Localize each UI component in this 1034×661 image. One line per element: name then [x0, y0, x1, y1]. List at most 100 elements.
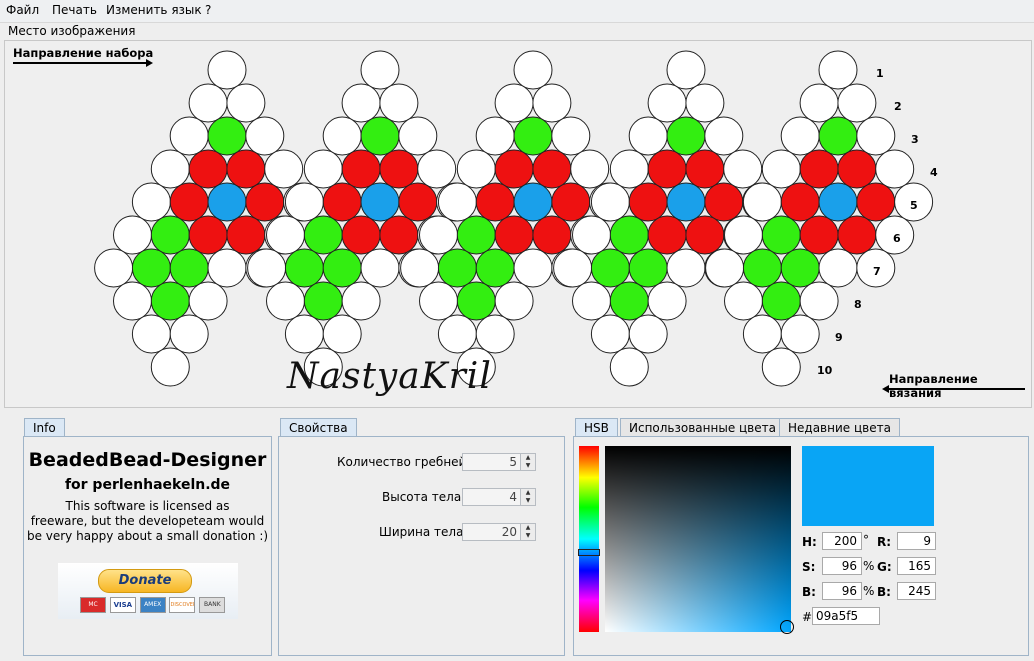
blue-field[interactable]: 245: [897, 582, 936, 600]
width-spinner-arrows[interactable]: ▲ ▼: [520, 524, 535, 540]
bead-white[interactable]: [742, 182, 782, 222]
bead-white[interactable]: [572, 281, 611, 321]
tab-info[interactable]: Info: [24, 418, 65, 436]
bead-white[interactable]: [475, 116, 515, 156]
bead-green[interactable]: [475, 248, 515, 288]
bead-white[interactable]: [647, 281, 687, 321]
bead-white[interactable]: [704, 116, 744, 156]
bead-white[interactable]: [494, 281, 534, 321]
bead-white[interactable]: [264, 149, 304, 189]
bead-red[interactable]: [628, 182, 668, 222]
bead-green[interactable]: [761, 215, 801, 255]
bead-red[interactable]: [341, 215, 381, 255]
bead-red[interactable]: [494, 215, 534, 255]
bead-red[interactable]: [169, 182, 209, 222]
bead-red[interactable]: [837, 215, 877, 255]
bead-white[interactable]: [685, 83, 725, 123]
ridges-spinner[interactable]: 5 ▲ ▼: [462, 453, 536, 471]
bead-green[interactable]: [131, 248, 171, 288]
spinner-down-icon[interactable]: ▼: [521, 532, 535, 540]
bead-green[interactable]: [666, 116, 706, 156]
bead-green[interactable]: [207, 116, 247, 156]
bead-white[interactable]: [590, 314, 630, 354]
hue-slider[interactable]: [578, 446, 600, 632]
bead-white[interactable]: [513, 50, 553, 90]
bead-white[interactable]: [303, 149, 343, 189]
bead-red[interactable]: [647, 215, 687, 255]
bead-red[interactable]: [647, 149, 687, 189]
bead-white[interactable]: [437, 314, 477, 354]
bead-white[interactable]: [799, 83, 839, 123]
bead-white[interactable]: [245, 116, 285, 156]
bead-green[interactable]: [437, 248, 477, 288]
bead-white[interactable]: [226, 83, 266, 123]
bead-white[interactable]: [532, 83, 572, 123]
bead-blue[interactable]: [207, 182, 247, 222]
bead-white[interactable]: [742, 314, 782, 354]
saturation-brightness-picker[interactable]: [605, 446, 791, 632]
bead-white[interactable]: [837, 83, 877, 123]
bead-white[interactable]: [553, 248, 593, 288]
bead-white[interactable]: [494, 83, 534, 123]
bead-white[interactable]: [818, 50, 858, 90]
bead-blue[interactable]: [666, 182, 706, 222]
bead-white[interactable]: [341, 281, 381, 321]
bead-white[interactable]: [417, 149, 457, 189]
menu-file[interactable]: Файл: [6, 3, 39, 17]
width-spinner[interactable]: 20 ▲ ▼: [462, 523, 536, 541]
bead-white[interactable]: [113, 215, 152, 255]
bead-white[interactable]: [437, 182, 477, 222]
hue-field[interactable]: 200: [822, 532, 862, 550]
bead-white[interactable]: [169, 314, 209, 354]
menu-help[interactable]: ?: [205, 3, 211, 17]
bead-red[interactable]: [704, 182, 744, 222]
bead-red[interactable]: [685, 215, 725, 255]
bead-white[interactable]: [113, 281, 152, 321]
bead-white[interactable]: [609, 347, 649, 387]
bead-white[interactable]: [188, 281, 228, 321]
height-spinner-arrows[interactable]: ▲ ▼: [520, 489, 535, 505]
hue-slider-thumb[interactable]: [578, 549, 600, 556]
bead-white[interactable]: [169, 116, 209, 156]
bead-white[interactable]: [666, 248, 706, 288]
bead-red[interactable]: [188, 215, 228, 255]
bead-green[interactable]: [818, 116, 858, 156]
bead-white[interactable]: [761, 347, 801, 387]
bead-green[interactable]: [590, 248, 630, 288]
bead-red[interactable]: [398, 182, 438, 222]
bead-white[interactable]: [266, 215, 305, 255]
bead-white[interactable]: [724, 281, 763, 321]
bead-white[interactable]: [419, 215, 458, 255]
bead-white[interactable]: [188, 83, 228, 123]
bead-red[interactable]: [226, 215, 266, 255]
bead-red[interactable]: [379, 215, 419, 255]
image-canvas[interactable]: Направление набора Направление вязания 1…: [4, 40, 1032, 408]
bead-blue[interactable]: [360, 182, 400, 222]
bead-white[interactable]: [247, 248, 287, 288]
bead-red[interactable]: [837, 149, 877, 189]
bead-white[interactable]: [818, 248, 858, 288]
bead-white[interactable]: [456, 149, 496, 189]
hex-field[interactable]: 09a5f5: [812, 607, 880, 625]
bead-green[interactable]: [322, 248, 362, 288]
bead-blue[interactable]: [513, 182, 553, 222]
bead-red[interactable]: [475, 182, 515, 222]
bead-white[interactable]: [131, 314, 171, 354]
bead-red[interactable]: [188, 149, 228, 189]
bead-white[interactable]: [150, 347, 190, 387]
ridges-spinner-arrows[interactable]: ▲ ▼: [520, 454, 535, 470]
tab-used-colors[interactable]: Использованные цвета: [620, 418, 785, 436]
bead-white[interactable]: [284, 314, 324, 354]
donate-button[interactable]: Donate: [98, 569, 192, 593]
tab-hsb[interactable]: HSB: [575, 418, 618, 436]
bead-green[interactable]: [513, 116, 553, 156]
spinner-up-icon[interactable]: ▲: [521, 454, 535, 462]
bead-white[interactable]: [856, 116, 896, 156]
bead-white[interactable]: [266, 281, 305, 321]
bead-white[interactable]: [628, 116, 668, 156]
tab-recent-colors[interactable]: Недавние цвета: [779, 418, 900, 436]
spinner-up-icon[interactable]: ▲: [521, 524, 535, 532]
bead-white[interactable]: [761, 149, 801, 189]
saturation-field[interactable]: 96: [822, 557, 862, 575]
bead-green[interactable]: [609, 215, 649, 255]
